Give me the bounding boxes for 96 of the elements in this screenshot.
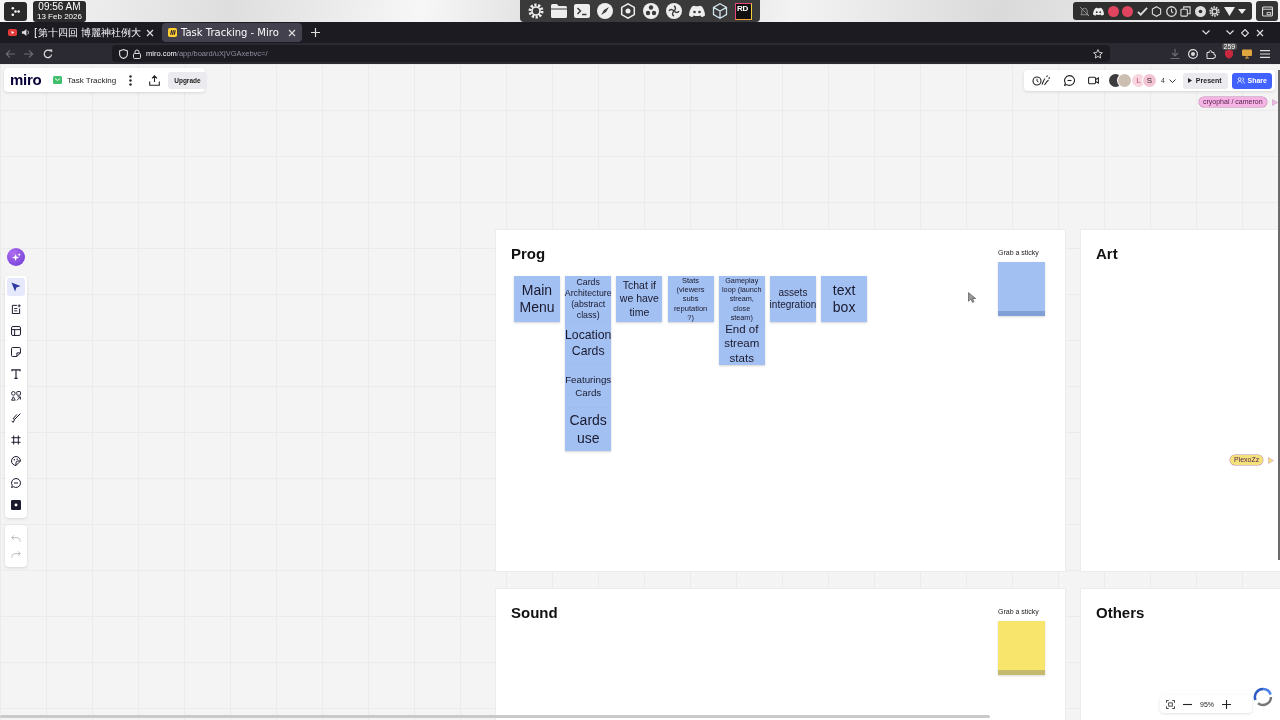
- frame-title[interactable]: Sound: [511, 604, 558, 621]
- close-icon[interactable]: [1256, 28, 1264, 37]
- lock-icon[interactable]: [133, 48, 141, 59]
- user-avatar[interactable]: S: [1142, 74, 1156, 87]
- fit-screen-icon[interactable]: [1166, 699, 1175, 709]
- monitor-icon[interactable]: [1242, 48, 1252, 59]
- back-arrow-icon[interactable]: [5, 48, 15, 59]
- frame-title[interactable]: Others: [1096, 604, 1145, 621]
- sticker-icon: [11, 456, 21, 467]
- ai-assistant-button[interactable]: [7, 248, 25, 266]
- caret-icon[interactable]: [1238, 8, 1246, 14]
- close-icon[interactable]: [146, 28, 154, 37]
- board-name[interactable]: Task Tracking: [67, 75, 117, 85]
- speaker-icon[interactable]: [21, 28, 30, 37]
- frame-title[interactable]: Prog: [511, 245, 546, 262]
- clock-time: 09:56 AM: [38, 1, 81, 12]
- chevron-down-icon[interactable]: [1168, 78, 1176, 83]
- shapes-icon: [11, 390, 21, 401]
- chat-icon[interactable]: [1063, 75, 1075, 86]
- forward-arrow-icon[interactable]: [24, 48, 34, 59]
- cube-icon[interactable]: [712, 3, 728, 19]
- triangle-icon: [1268, 456, 1275, 464]
- shield-icon[interactable]: [1224, 48, 1234, 59]
- sticky-note[interactable]: assets integration: [769, 276, 816, 322]
- desktop-button[interactable]: [1256, 1, 1278, 21]
- game-controller-icon[interactable]: [1093, 5, 1104, 17]
- video-camera-icon[interactable]: [1087, 75, 1099, 86]
- diamond-icon[interactable]: [1241, 28, 1249, 37]
- favicon-icon: [168, 28, 177, 37]
- layout-icon: [11, 325, 21, 336]
- clock-date: 13 Feb 2026: [37, 12, 82, 21]
- disc-icon[interactable]: [1194, 5, 1206, 17]
- pointer-cursor-icon: [968, 292, 977, 303]
- upload-icon[interactable]: [149, 74, 161, 86]
- sticky-note[interactable]: End of stream stats: [718, 322, 765, 365]
- tile-icon[interactable]: [53, 76, 63, 84]
- sticky-note[interactable]: Cards Architecture (abstract class): [565, 276, 612, 322]
- pen-icon: [11, 412, 21, 423]
- disc-icon[interactable]: [1188, 48, 1198, 59]
- record-dot-icon[interactable]: [1107, 5, 1119, 17]
- text-tool-icon: [11, 369, 21, 380]
- more-icon[interactable]: [129, 74, 133, 86]
- frame-title[interactable]: Art: [1096, 245, 1118, 262]
- sticky-note[interactable]: Cards use: [565, 408, 612, 451]
- window-icon: [1261, 5, 1273, 17]
- plus-icon[interactable]: [1222, 699, 1231, 709]
- bell-slash-icon[interactable]: [1078, 5, 1090, 17]
- frame-icon: [11, 434, 21, 445]
- circular-arrows-icon[interactable]: [1253, 687, 1273, 707]
- menu-icon[interactable]: [1260, 48, 1270, 59]
- document-plus-icon: [11, 303, 21, 314]
- star-icon[interactable]: [1093, 48, 1103, 59]
- compass-icon[interactable]: [597, 3, 613, 19]
- play-badge-icon: [8, 28, 17, 37]
- copy-icon[interactable]: [1180, 5, 1191, 17]
- sticky-note-icon: [11, 347, 21, 358]
- play-icon: [1187, 78, 1192, 83]
- people-icon: [1236, 77, 1245, 84]
- record-dot-icon[interactable]: [1122, 5, 1133, 17]
- checkmark-icon[interactable]: [1136, 5, 1148, 17]
- hexagon-icon[interactable]: [620, 3, 636, 19]
- terminal-icon[interactable]: [574, 3, 590, 19]
- browser-tab[interactable]: [第十四回 博麗神社例大: [2, 23, 160, 42]
- horizontal-scrollbar[interactable]: [0, 715, 990, 718]
- miro-logo[interactable]: miro: [10, 71, 42, 87]
- vertical-scrollbar[interactable]: [1278, 70, 1280, 560]
- close-icon[interactable]: [288, 28, 296, 37]
- comment-icon: [11, 478, 21, 489]
- sticky-note[interactable]: Tchat if we have time: [616, 276, 663, 322]
- shield-icon[interactable]: [119, 48, 128, 59]
- sticky-note[interactable]: Featurings Cards: [565, 365, 612, 408]
- sticky-note[interactable]: Main Menu: [514, 276, 560, 322]
- hexagon-icon[interactable]: [1151, 5, 1162, 17]
- wifi-icon[interactable]: [1223, 5, 1235, 17]
- sticky-note[interactable]: Location Cards: [565, 322, 612, 365]
- clock-icon[interactable]: [1165, 5, 1177, 17]
- reload-icon[interactable]: [43, 48, 53, 59]
- swirl-icon[interactable]: [666, 3, 682, 19]
- tool-button[interactable]: [7, 278, 25, 296]
- dots-icon: [11, 6, 20, 16]
- app-tile[interactable]: RD: [735, 2, 752, 20]
- timer-icon[interactable]: [1031, 75, 1051, 86]
- gear-icon[interactable]: [528, 3, 544, 19]
- sticky-note[interactable]: text box: [821, 276, 868, 322]
- download-icon[interactable]: [1170, 48, 1180, 59]
- browser-tab[interactable]: Task Tracking - Miro: [162, 23, 302, 42]
- cursor-arrow-icon: [11, 281, 21, 292]
- user-avatar[interactable]: [1117, 74, 1131, 87]
- app-launcher-button[interactable]: [4, 1, 27, 21]
- folder-icon[interactable]: [551, 3, 567, 19]
- game-controller-icon[interactable]: [689, 3, 705, 19]
- sparkle-icon: [11, 252, 21, 262]
- three-dots-circle-icon[interactable]: [643, 3, 659, 19]
- triangle-icon: [1271, 98, 1278, 106]
- puzzle-piece-icon[interactable]: [1206, 48, 1216, 59]
- gear-icon[interactable]: [1209, 5, 1220, 17]
